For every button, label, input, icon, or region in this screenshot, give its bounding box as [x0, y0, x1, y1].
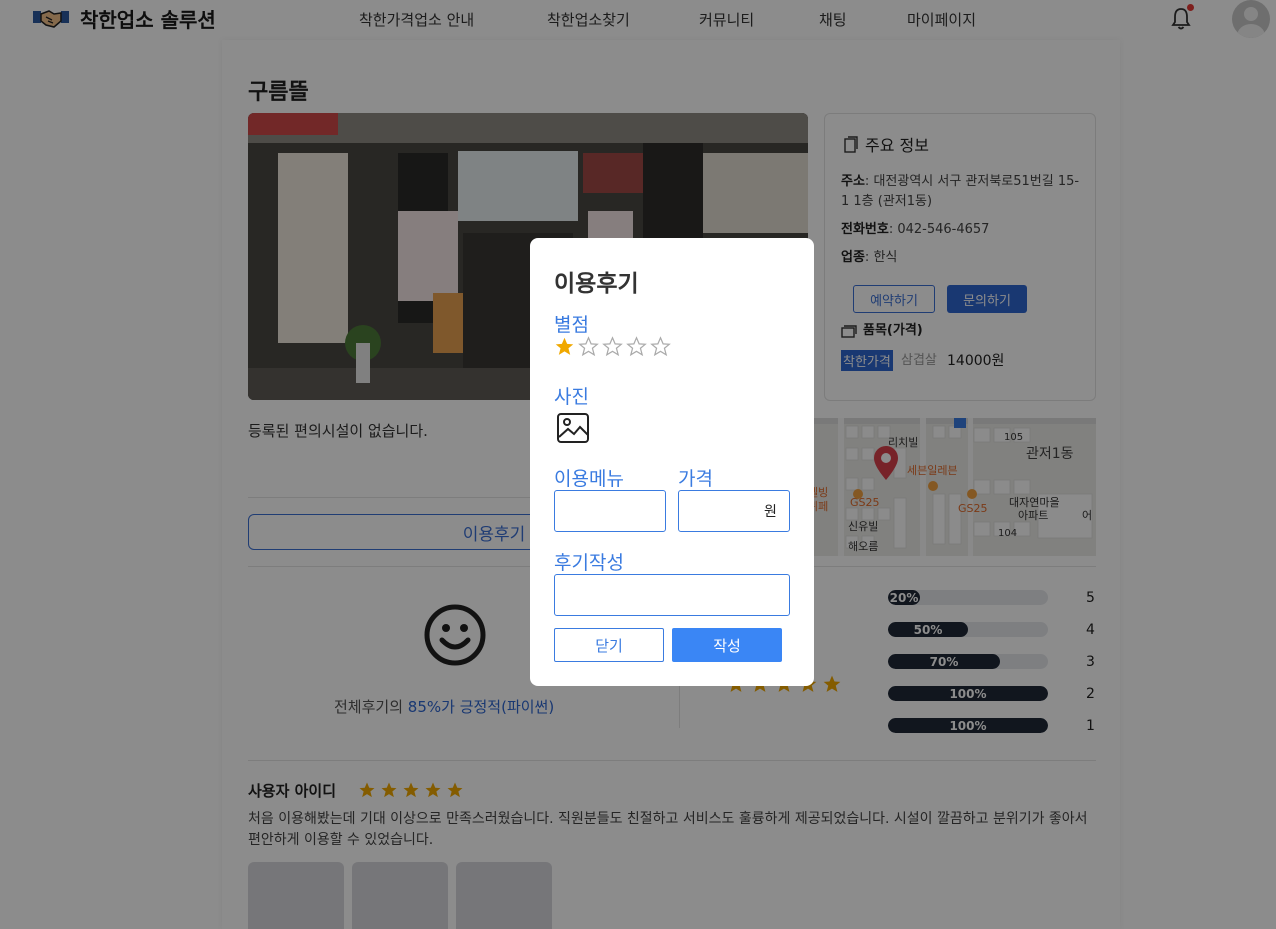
close-button[interactable]: 닫기: [554, 628, 664, 662]
menu-label: 이용메뉴: [554, 468, 624, 490]
review-modal: 이용후기 별점 사진 이용메뉴 가격 원 후기작성 닫기 작성: [530, 238, 814, 686]
rating-stars[interactable]: [554, 336, 671, 357]
star-icon[interactable]: [554, 336, 575, 357]
star-outline-icon[interactable]: [650, 336, 671, 357]
modal-title: 이용후기: [554, 271, 639, 297]
price-label: 가격: [678, 468, 713, 490]
rating-label: 별점: [554, 314, 589, 336]
star-outline-icon[interactable]: [578, 336, 599, 357]
menu-input[interactable]: [554, 490, 666, 532]
submit-button[interactable]: 작성: [672, 628, 782, 662]
review-input[interactable]: [554, 574, 790, 616]
price-unit: 원: [764, 504, 777, 520]
photo-label: 사진: [554, 386, 589, 408]
review-label: 후기작성: [554, 552, 624, 574]
star-outline-icon[interactable]: [626, 336, 647, 357]
star-outline-icon[interactable]: [602, 336, 623, 357]
image-upload-icon[interactable]: [556, 411, 590, 445]
